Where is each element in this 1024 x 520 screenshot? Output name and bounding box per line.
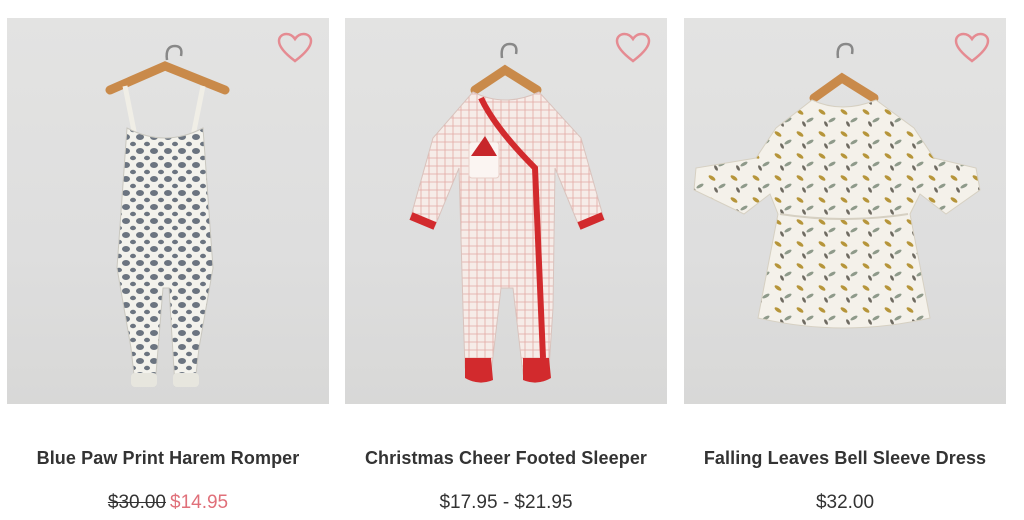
product-title[interactable]: Falling Leaves Bell Sleeve Dress (664, 448, 1024, 469)
price-row: $17.95 - $21.95 (325, 492, 687, 514)
product-image[interactable] (7, 18, 329, 404)
product-title[interactable]: Christmas Cheer Footed Sleeper (325, 448, 687, 469)
product-grid: Blue Paw Print Harem Romper $30.00 $14.95 (0, 0, 1024, 520)
price-row: $32.00 (664, 492, 1024, 514)
sleeper-image (409, 42, 605, 383)
dress-image (693, 42, 981, 329)
product-card[interactable]: Blue Paw Print Harem Romper $30.00 $14.95 (7, 18, 329, 513)
price-row: $30.00 $14.95 (0, 492, 349, 514)
romper-image (105, 44, 230, 387)
price: $32.00 (815, 492, 875, 513)
product-image[interactable] (684, 18, 1006, 404)
heart-outline-icon[interactable] (615, 32, 651, 64)
heart-outline-icon[interactable] (954, 32, 990, 64)
product-card[interactable]: Falling Leaves Bell Sleeve Dress $32.00 (684, 18, 1006, 513)
original-price: $30.00 (107, 492, 166, 513)
product-card[interactable]: Christmas Cheer Footed Sleeper $17.95 - … (345, 18, 667, 513)
product-image[interactable] (345, 18, 667, 404)
product-title[interactable]: Blue Paw Print Harem Romper (0, 448, 349, 469)
price-range: $17.95 - $21.95 (439, 492, 573, 513)
sale-price: $14.95 (170, 492, 229, 513)
heart-outline-icon[interactable] (277, 32, 313, 64)
